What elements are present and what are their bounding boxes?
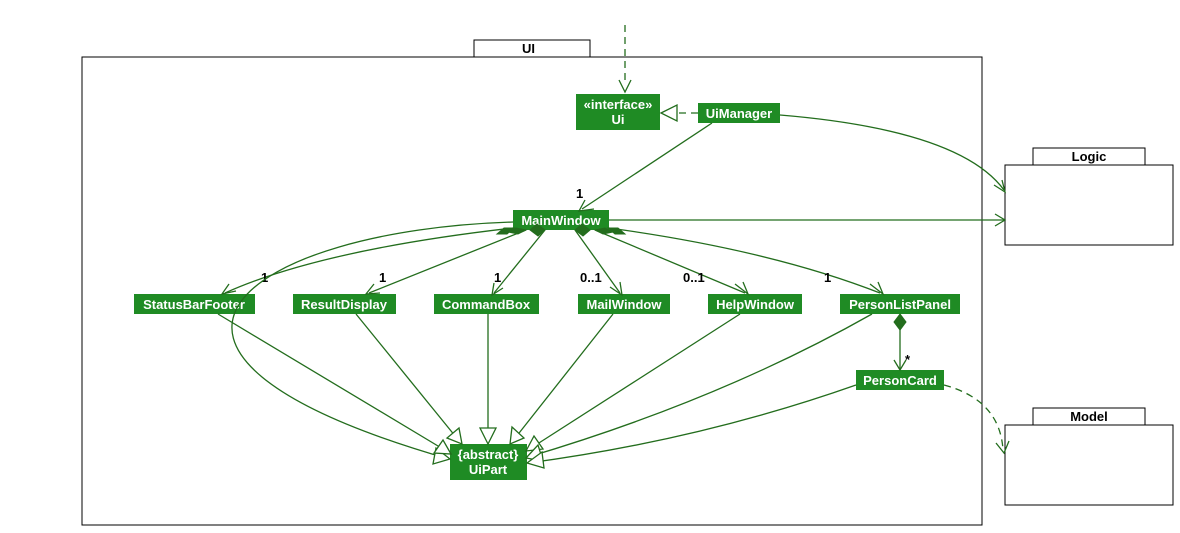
uml-diagram: UI Logic Model «interface» Ui UiManager …	[0, 0, 1180, 533]
class-ui-interface: «interface» Ui	[576, 94, 660, 130]
class-mailw-name: MailWindow	[587, 297, 663, 312]
arrow-uimanager-logic	[994, 180, 1005, 192]
edge-uimanager-logic	[780, 115, 1004, 190]
class-mail-window: MailWindow	[578, 294, 670, 314]
package-model-body	[1005, 425, 1173, 505]
class-ui-part: {abstract} UiPart	[450, 444, 527, 480]
mult-mw-cb: 1	[494, 270, 501, 285]
edge-rd-uipart	[356, 314, 460, 442]
edge-mw-uipart	[232, 222, 513, 459]
dia-plp-pc	[894, 314, 906, 330]
class-uipart-stereo: {abstract}	[458, 447, 519, 462]
arrow-external-to-ui	[619, 80, 631, 92]
class-rd-name: ResultDisplay	[301, 297, 388, 312]
edge-mailw-uipart	[512, 314, 613, 442]
tri-sbf-uipart	[434, 440, 451, 454]
class-ui-stereotype: «interface»	[584, 97, 653, 112]
tri-cb-uipart	[480, 428, 496, 444]
edge-mw-hw	[595, 230, 745, 293]
package-ui-label: UI	[522, 41, 535, 56]
tri-uimanager-ui	[661, 105, 677, 121]
class-main-window: MainWindow	[513, 210, 609, 230]
class-help-window: HelpWindow	[708, 294, 802, 314]
class-uipart-name: UiPart	[469, 462, 508, 477]
edge-sbf-uipart	[218, 314, 448, 452]
mult-mw-mailw: 0..1	[580, 270, 602, 285]
mult-mw-hw: 0..1	[683, 270, 705, 285]
edge-mw-plp	[609, 228, 880, 293]
tri-rd-uipart	[447, 428, 462, 444]
class-ui-manager-name: UiManager	[706, 106, 772, 121]
class-status-bar-footer: StatusBarFooter	[134, 294, 255, 314]
class-pc-name: PersonCard	[863, 373, 937, 388]
class-ui-manager: UiManager	[698, 103, 780, 123]
package-model-label: Model	[1070, 409, 1108, 424]
package-logic-label: Logic	[1072, 149, 1107, 164]
class-command-box: CommandBox	[434, 294, 539, 314]
class-hw-name: HelpWindow	[716, 297, 795, 312]
package-logic-body	[1005, 165, 1173, 245]
edge-uimanager-mainwindow	[582, 123, 712, 209]
class-cb-name: CommandBox	[442, 297, 531, 312]
class-sbf-name: StatusBarFooter	[143, 297, 245, 312]
mult-plp-pc: *	[905, 352, 911, 367]
edge-pc-uipart	[528, 385, 856, 463]
class-person-card: PersonCard	[856, 370, 944, 390]
edge-plp-uipart	[528, 314, 872, 457]
mult-uimanager-mw: 1	[576, 186, 583, 201]
mult-mw-rd: 1	[379, 270, 386, 285]
class-result-display: ResultDisplay	[293, 294, 396, 314]
class-plp-name: PersonListPanel	[849, 297, 951, 312]
edge-pc-model	[944, 385, 1003, 450]
class-main-window-name: MainWindow	[521, 213, 601, 228]
class-person-list-panel: PersonListPanel	[840, 294, 960, 314]
class-ui-name: Ui	[612, 112, 625, 127]
mult-mw-plp: 1	[824, 270, 831, 285]
